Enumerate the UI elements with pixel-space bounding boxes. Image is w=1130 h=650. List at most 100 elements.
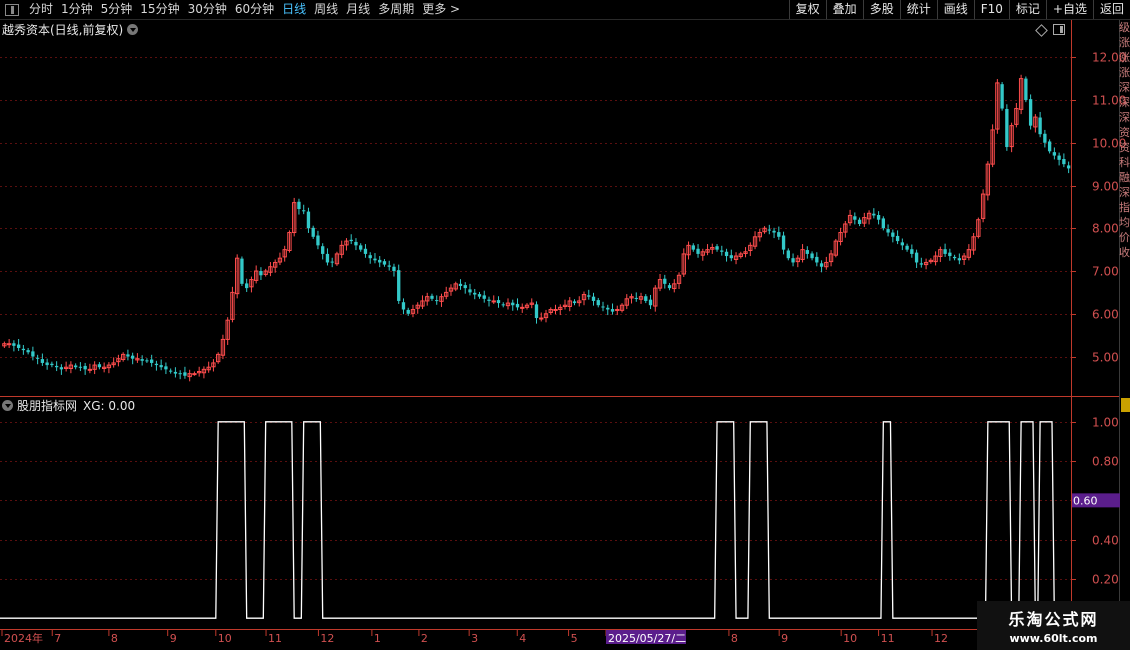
stock-chart[interactable]: 5.006.007.008.009.0010.0011.0012.000.200… — [0, 0, 1130, 650]
candle-body-down — [1062, 158, 1066, 165]
candle-body-down — [401, 302, 406, 310]
candle-body-down — [767, 229, 771, 231]
candle-body-down — [891, 232, 895, 237]
candle-body-down — [819, 263, 824, 267]
candle-body-down — [40, 359, 45, 363]
strip-label: 收 — [1119, 246, 1130, 259]
candle-body-up — [6, 343, 12, 346]
candle-body-down — [610, 309, 615, 312]
candle-body-up — [539, 317, 544, 320]
candle-body-down — [378, 259, 382, 263]
strip-label: 科 — [1119, 156, 1130, 169]
candle-body-down — [667, 285, 672, 289]
candle-body-down — [430, 295, 434, 299]
strip-label: 资 — [1119, 141, 1130, 154]
candle-body-up — [192, 373, 197, 376]
strip-label: 涨 — [1119, 36, 1130, 49]
watermark-url: www.60lt.com — [1009, 632, 1098, 645]
candle-body-down — [21, 348, 26, 351]
candle-body-down — [149, 359, 154, 363]
right-sidebar-strip[interactable]: 级涨涨涨深深深资资科融深指均价收 — [1119, 20, 1130, 630]
candle-body-down — [872, 213, 876, 216]
candle-body-down — [1066, 165, 1071, 169]
candle-body-down — [31, 351, 35, 357]
candle-body-down — [1052, 152, 1057, 156]
date-highlight-label: 2025/05/27/二 — [608, 632, 686, 645]
candle-body-down — [772, 230, 776, 233]
watermark-title: 乐淘公式网 — [1008, 610, 1099, 629]
candle-body-down — [54, 365, 59, 368]
candle-body-down — [145, 360, 149, 362]
candle-body-down — [606, 307, 610, 310]
candle-body-down — [715, 246, 719, 250]
candle-body-down — [73, 365, 78, 368]
date-tick-label: 7 — [54, 632, 61, 645]
candle-body-down — [881, 218, 885, 229]
strip-label: 深 — [1119, 186, 1130, 199]
watermark-logo: 乐淘公式网 www.60lt.com — [977, 601, 1130, 650]
candle-body-up — [87, 368, 93, 371]
candle-body-down — [587, 295, 591, 297]
candle-body-down — [306, 211, 311, 229]
candle-body-up — [615, 308, 620, 311]
candle-body-down — [644, 296, 648, 301]
candle-body-down — [948, 252, 952, 257]
candle-body-down — [140, 359, 144, 361]
candle-body-down — [487, 299, 491, 301]
candle-body-down — [777, 232, 781, 237]
price-tick-label: 9.00 — [1092, 180, 1119, 194]
chevron-down-icon[interactable] — [2, 400, 13, 411]
candle-body-down — [663, 278, 667, 284]
candle-body-up — [491, 300, 496, 303]
candle-body-down — [591, 296, 596, 301]
candle-body-down — [791, 258, 795, 263]
candle-body-down — [359, 245, 363, 250]
candle-body-down — [1057, 155, 1061, 160]
candle-body-down — [886, 229, 890, 233]
indicator-value: XG: 0.00 — [83, 398, 136, 413]
candle-body-down — [786, 250, 790, 259]
date-tick-label: 3 — [471, 632, 478, 645]
candle-body-down — [173, 371, 178, 374]
date-tick-label: 10 — [218, 632, 232, 645]
candle-body-down — [477, 294, 482, 297]
candle-body-down — [330, 261, 334, 263]
date-tick-label: 1 — [374, 632, 381, 645]
candle-body-down — [159, 365, 163, 368]
candle-body-down — [154, 363, 159, 366]
candle-body-down — [473, 292, 477, 295]
strip-label: 价 — [1119, 231, 1130, 244]
candle-body-down — [534, 304, 539, 319]
date-tick-label: 11 — [881, 632, 895, 645]
date-tick-label: 5 — [571, 632, 578, 645]
strip-label: 深 — [1119, 111, 1130, 124]
strip-label: 均 — [1119, 216, 1130, 229]
candle-body-down — [50, 363, 54, 366]
candle-body-down — [810, 253, 814, 259]
candle-body-down — [853, 216, 857, 220]
candle-body-down — [325, 253, 330, 263]
date-tick-label: 12 — [320, 632, 334, 645]
strip-label: 融 — [1119, 171, 1130, 184]
candle-body-down — [240, 258, 244, 284]
candle-body-down — [349, 239, 353, 242]
date-tick-label: 10 — [843, 632, 857, 645]
yellow-tab-marker[interactable] — [1121, 398, 1130, 412]
candle-body-down — [596, 300, 600, 306]
indicator-tick-label: 0.40 — [1092, 534, 1119, 548]
candle-body-down — [363, 248, 368, 254]
candle-body-down — [406, 309, 410, 314]
candle-body-down — [78, 366, 83, 368]
candle-body-down — [45, 362, 49, 366]
date-tick-label: 2024年 — [4, 631, 43, 645]
candle-body-down — [1047, 141, 1052, 152]
candle-body-down — [648, 299, 653, 306]
candle-body-down — [1028, 99, 1033, 126]
candle-body-down — [164, 366, 168, 370]
candle-body-down — [496, 300, 501, 304]
price-tick-label: 6.00 — [1092, 308, 1119, 322]
candle-body-down — [905, 245, 909, 250]
price-tick-label: 7.00 — [1092, 265, 1119, 279]
candle-body-down — [1043, 133, 1047, 143]
candle-body-down — [392, 266, 396, 272]
